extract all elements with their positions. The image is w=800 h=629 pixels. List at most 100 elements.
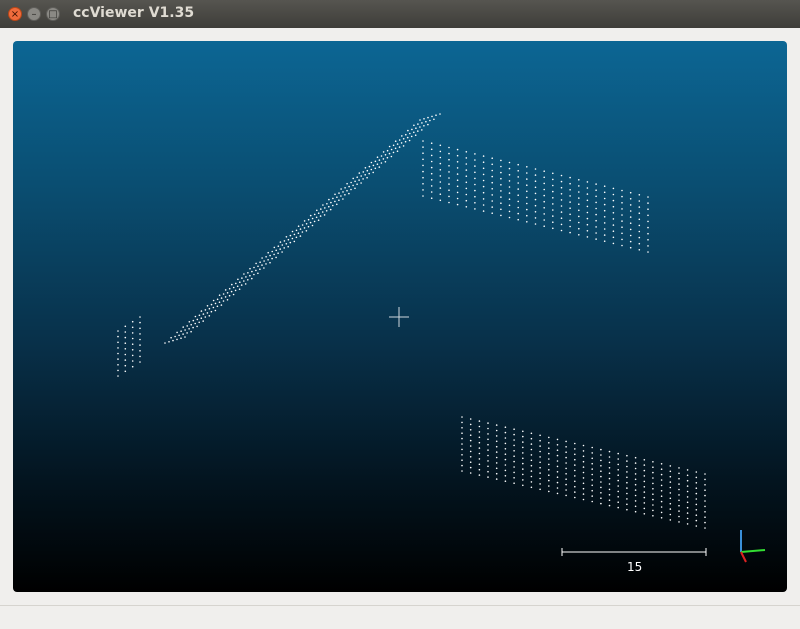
point: [390, 155, 393, 158]
point: [603, 185, 606, 187]
point: [482, 173, 485, 176]
point: [565, 489, 567, 491]
point: [293, 233, 296, 236]
point: [652, 488, 654, 490]
point: [704, 516, 706, 518]
point: [539, 488, 541, 491]
point: [652, 461, 654, 463]
point: [626, 503, 628, 506]
point: [634, 489, 637, 491]
point: [317, 219, 320, 221]
point: [638, 194, 641, 196]
point: [474, 165, 476, 167]
point: [216, 298, 219, 301]
point: [247, 272, 249, 274]
point: [578, 215, 580, 218]
point: [439, 199, 442, 202]
point: [574, 496, 576, 499]
maximize-button[interactable]: □: [46, 7, 60, 21]
point: [565, 456, 567, 459]
point: [552, 227, 554, 230]
point: [548, 463, 550, 466]
point: [652, 493, 654, 496]
point: [608, 499, 611, 502]
point: [474, 183, 476, 186]
point-cloud-canvas[interactable]: [13, 41, 787, 592]
point: [534, 223, 537, 225]
point: [669, 465, 672, 467]
point: [350, 181, 352, 184]
minimize-button[interactable]: –: [27, 7, 41, 21]
point: [461, 464, 463, 467]
point: [461, 416, 463, 418]
point: [578, 227, 580, 230]
point: [621, 214, 623, 216]
point: [372, 164, 375, 167]
point: [539, 456, 541, 458]
point: [582, 493, 585, 495]
point: [600, 475, 602, 478]
point: [491, 206, 494, 208]
point: [139, 327, 141, 330]
point: [686, 479, 689, 482]
point: [517, 163, 519, 166]
point: [543, 207, 545, 209]
point: [591, 452, 593, 454]
point: [172, 339, 174, 342]
point: [504, 480, 507, 483]
point: [241, 277, 243, 279]
point: [647, 232, 649, 235]
point: [226, 299, 229, 301]
point: [273, 253, 275, 256]
point: [257, 272, 259, 275]
point: [522, 435, 524, 438]
point: [565, 467, 567, 470]
point: [638, 236, 641, 239]
point: [678, 499, 680, 502]
point: [131, 337, 134, 340]
point: [139, 350, 141, 352]
point: [695, 492, 698, 495]
point: [686, 490, 689, 493]
3d-viewport[interactable]: 15: [13, 41, 787, 592]
point: [660, 506, 663, 508]
point: [352, 184, 354, 187]
point: [530, 432, 533, 435]
point: [430, 197, 433, 199]
point: [401, 135, 403, 137]
point: [530, 448, 533, 451]
point: [704, 500, 706, 502]
point: [617, 506, 619, 509]
point: [548, 490, 550, 493]
point: [487, 438, 489, 441]
point: [543, 176, 545, 179]
point: [603, 222, 606, 224]
point: [422, 140, 424, 142]
point: [530, 437, 533, 440]
point: [474, 177, 476, 180]
title-bar[interactable]: × – □ ccViewer V1.35: [0, 0, 800, 28]
point: [491, 194, 494, 196]
point: [368, 172, 371, 175]
point: [124, 331, 127, 333]
point: [634, 494, 637, 497]
point: [139, 361, 141, 363]
point: [643, 496, 646, 499]
scale-bar-label: 15: [627, 560, 643, 574]
point: [522, 446, 524, 449]
point: [495, 435, 498, 437]
point: [456, 191, 459, 194]
point: [600, 459, 602, 462]
point: [198, 321, 200, 324]
point: [517, 194, 519, 196]
point: [626, 481, 628, 484]
point: [543, 194, 545, 197]
point: [652, 466, 654, 469]
point: [188, 328, 190, 330]
point: [303, 227, 306, 229]
point: [530, 443, 533, 445]
point: [344, 194, 346, 196]
point: [647, 220, 649, 223]
point: [224, 296, 227, 298]
close-button[interactable]: ×: [8, 7, 22, 21]
